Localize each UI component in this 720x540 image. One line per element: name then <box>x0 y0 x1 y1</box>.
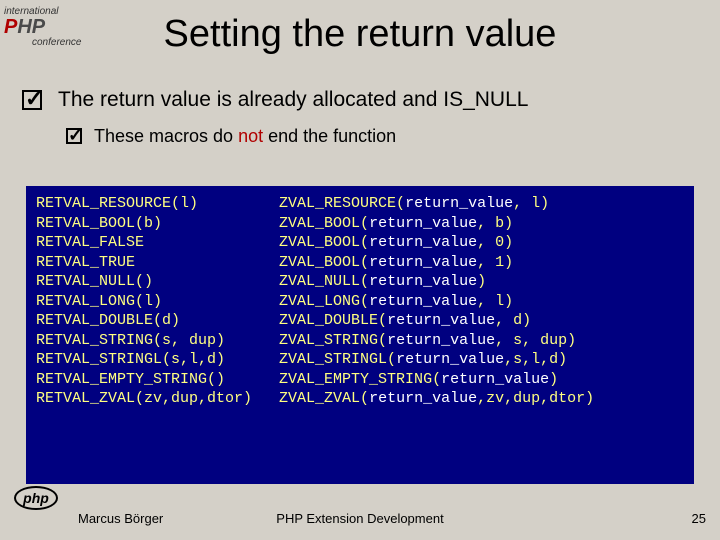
footer: Marcus Börger PHP Extension Development … <box>0 504 720 532</box>
bullet-1-text: The return value is already allocated an… <box>58 88 528 112</box>
slide-body: The return value is already allocated an… <box>22 88 702 147</box>
emphasis-not: not <box>238 126 263 146</box>
slide-title: Setting the return value <box>0 14 720 56</box>
sub-bullet-1: These macros do not end the function <box>66 126 702 147</box>
checkbox-bullet-icon <box>66 128 82 144</box>
footer-title: PHP Extension Development <box>0 511 720 526</box>
bullet-1: The return value is already allocated an… <box>22 88 702 112</box>
slide: international PHP conference Setting the… <box>0 0 720 540</box>
sub-bullet-1-text: These macros do not end the function <box>94 126 396 147</box>
code-block: RETVAL_RESOURCE(l) ZVAL_RESOURCE(return_… <box>26 186 694 484</box>
checkbox-bullet-icon <box>22 90 42 110</box>
footer-page: 25 <box>692 511 706 526</box>
